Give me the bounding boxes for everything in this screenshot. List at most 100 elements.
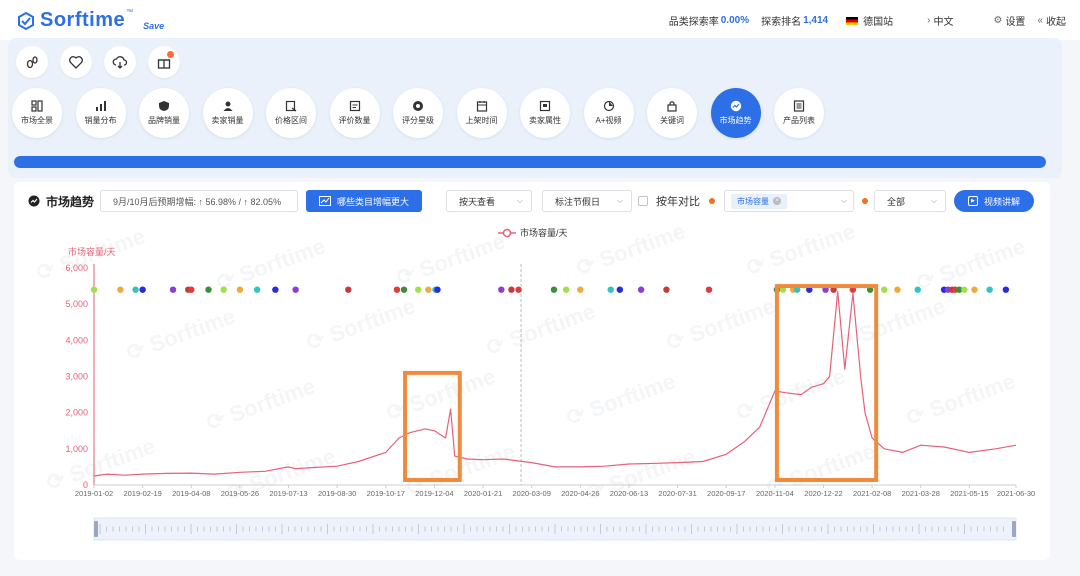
x-tick-label: 2021-05-15 [950, 489, 988, 498]
video-icon [603, 100, 614, 112]
user-icon [223, 101, 232, 111]
tool-label: 市场全景 [21, 116, 53, 125]
search-rate-label: 品类探索率 [668, 17, 719, 28]
event-marker [425, 286, 432, 293]
tool-button[interactable]: 评价数量 [329, 88, 380, 138]
event-marker [894, 286, 901, 293]
language-label: 中文 [933, 17, 954, 28]
market-trend-card: 市场趋势 9月/10月后预期增幅: ↑ 56.98% / ↑ 82.05% 哪些… [14, 182, 1050, 560]
event-marker [705, 286, 713, 293]
tool-button[interactable]: 卖家销量 [202, 88, 253, 138]
tool-button[interactable]: 关键词 [647, 88, 697, 138]
cloud-download-icon [112, 56, 128, 69]
notification-dot [167, 51, 174, 58]
tool-button[interactable]: A+视频 [583, 88, 634, 138]
event-marker [236, 286, 244, 293]
collapse-label: 收起 [1046, 17, 1066, 28]
legend-marker [502, 228, 512, 238]
event-marker [132, 286, 139, 293]
tool-button[interactable]: 卖家属性 [520, 88, 570, 138]
event-marker [515, 286, 522, 293]
y-tick-label: 4,000 [65, 335, 88, 345]
x-tick-label: 2020-04-26 [561, 489, 599, 498]
site-selector[interactable]: 德国站 [846, 13, 893, 28]
x-tick-label: 2020-01-21 [464, 489, 502, 498]
tool-label: 市场趋势 [719, 116, 752, 125]
zoom-slider-left-handle [94, 521, 98, 537]
y-tick-label: 5,000 [65, 299, 88, 309]
x-tick-label: 2019-08-30 [318, 489, 356, 498]
event-marker [663, 286, 670, 293]
x-tick-label: 2019-02-19 [123, 489, 161, 498]
search-rank: 探索排名 1,414 [761, 13, 828, 28]
header-right: 品类探索率 0.00% 探索排名 1,414 德国站 › 中文 ⚙ 设置 « 收… [657, 13, 1066, 28]
event-marker [188, 286, 195, 293]
tool-label: 卖家属性 [529, 116, 561, 125]
list-icon [793, 100, 805, 112]
tool-label: 关键词 [660, 116, 684, 125]
event-marker [961, 286, 968, 293]
search-rate-value: 0.00% [720, 15, 750, 26]
heart-icon [69, 56, 83, 69]
x-tick-label: 2019-07-13 [269, 489, 307, 498]
progress-fill [14, 156, 1046, 168]
trend-icon [730, 100, 741, 112]
collapse-button[interactable]: « 收起 [1037, 13, 1066, 28]
event-marker [1002, 286, 1010, 293]
tool-label: 上架时间 [465, 116, 498, 125]
x-tick-label: 2019-05-26 [221, 489, 259, 498]
event-marker [220, 286, 227, 293]
tool-button[interactable]: 销量分布 [75, 88, 126, 138]
calendar-icon [476, 101, 487, 112]
download-button[interactable] [104, 46, 136, 78]
trend-chart[interactable]: 市场容量/天市场容量/天01,0002,0003,0004,0005,0006,… [14, 182, 1050, 560]
tool-label: 品牌销量 [148, 116, 180, 125]
tool-button[interactable]: 评分星级 [393, 88, 443, 138]
germany-flag-icon [846, 16, 859, 25]
seller-icon [539, 100, 551, 112]
y-tick-label: 6,000 [65, 263, 88, 273]
progress-bar [14, 156, 1046, 168]
tool-button[interactable]: 价格区间 [266, 88, 316, 138]
favorite-button[interactable] [60, 46, 92, 78]
event-marker [986, 286, 993, 293]
event-marker [253, 286, 261, 293]
x-tick-label: 2020-11-04 [756, 489, 794, 498]
event-marker [607, 286, 614, 293]
tool-button[interactable]: 上架时间 [456, 88, 507, 138]
chevron-up-icon: « [1037, 15, 1043, 26]
tool-label: 评分星级 [402, 116, 434, 125]
grid-icon [31, 100, 43, 112]
tool-button[interactable]: 品牌销量 [139, 88, 189, 138]
gear-icon: ⚙ [993, 15, 1003, 26]
event-marker [498, 286, 505, 293]
event-marker [562, 286, 570, 293]
x-tick-label: 2020-07-31 [658, 489, 696, 498]
gift-button[interactable] [148, 46, 180, 78]
event-marker [169, 286, 177, 293]
logo[interactable]: Sorftime ™ Save [16, 9, 164, 32]
price-tag-icon [285, 100, 297, 112]
event-marker [272, 286, 279, 293]
event-marker [205, 286, 212, 293]
x-tick-label: 2019-12-04 [415, 489, 453, 498]
tool-button[interactable]: 市场全景 [12, 88, 62, 138]
x-tick-label: 2020-12-22 [804, 489, 842, 498]
shield-icon [159, 101, 169, 111]
legend-label: 市场容量/天 [520, 227, 568, 238]
footprint-button[interactable] [16, 46, 48, 78]
tool-label: 卖家销量 [211, 116, 244, 125]
language-selector[interactable]: › 中文 [927, 13, 953, 28]
event-marker [415, 286, 422, 293]
tool-button[interactable]: 产品列表 [774, 88, 824, 138]
footprint-icon [26, 56, 38, 69]
search-rate: 品类探索率 0.00% [669, 13, 749, 28]
y-axis-label: 市场容量/天 [68, 246, 116, 257]
event-marker [881, 286, 888, 293]
tool-label: 评价数量 [338, 116, 371, 125]
x-tick-label: 2019-04-08 [172, 489, 210, 498]
analysis-tools: 市场全景 销量分布 品牌销量 卖家销量 价格区间 评价数量 评分星级 上架时间 卖家属性 A+视频… [12, 88, 838, 138]
settings-button[interactable]: ⚙ 设置 [993, 13, 1025, 28]
event-marker [345, 286, 352, 293]
tool-button[interactable]: 市场趋势 [710, 88, 761, 138]
